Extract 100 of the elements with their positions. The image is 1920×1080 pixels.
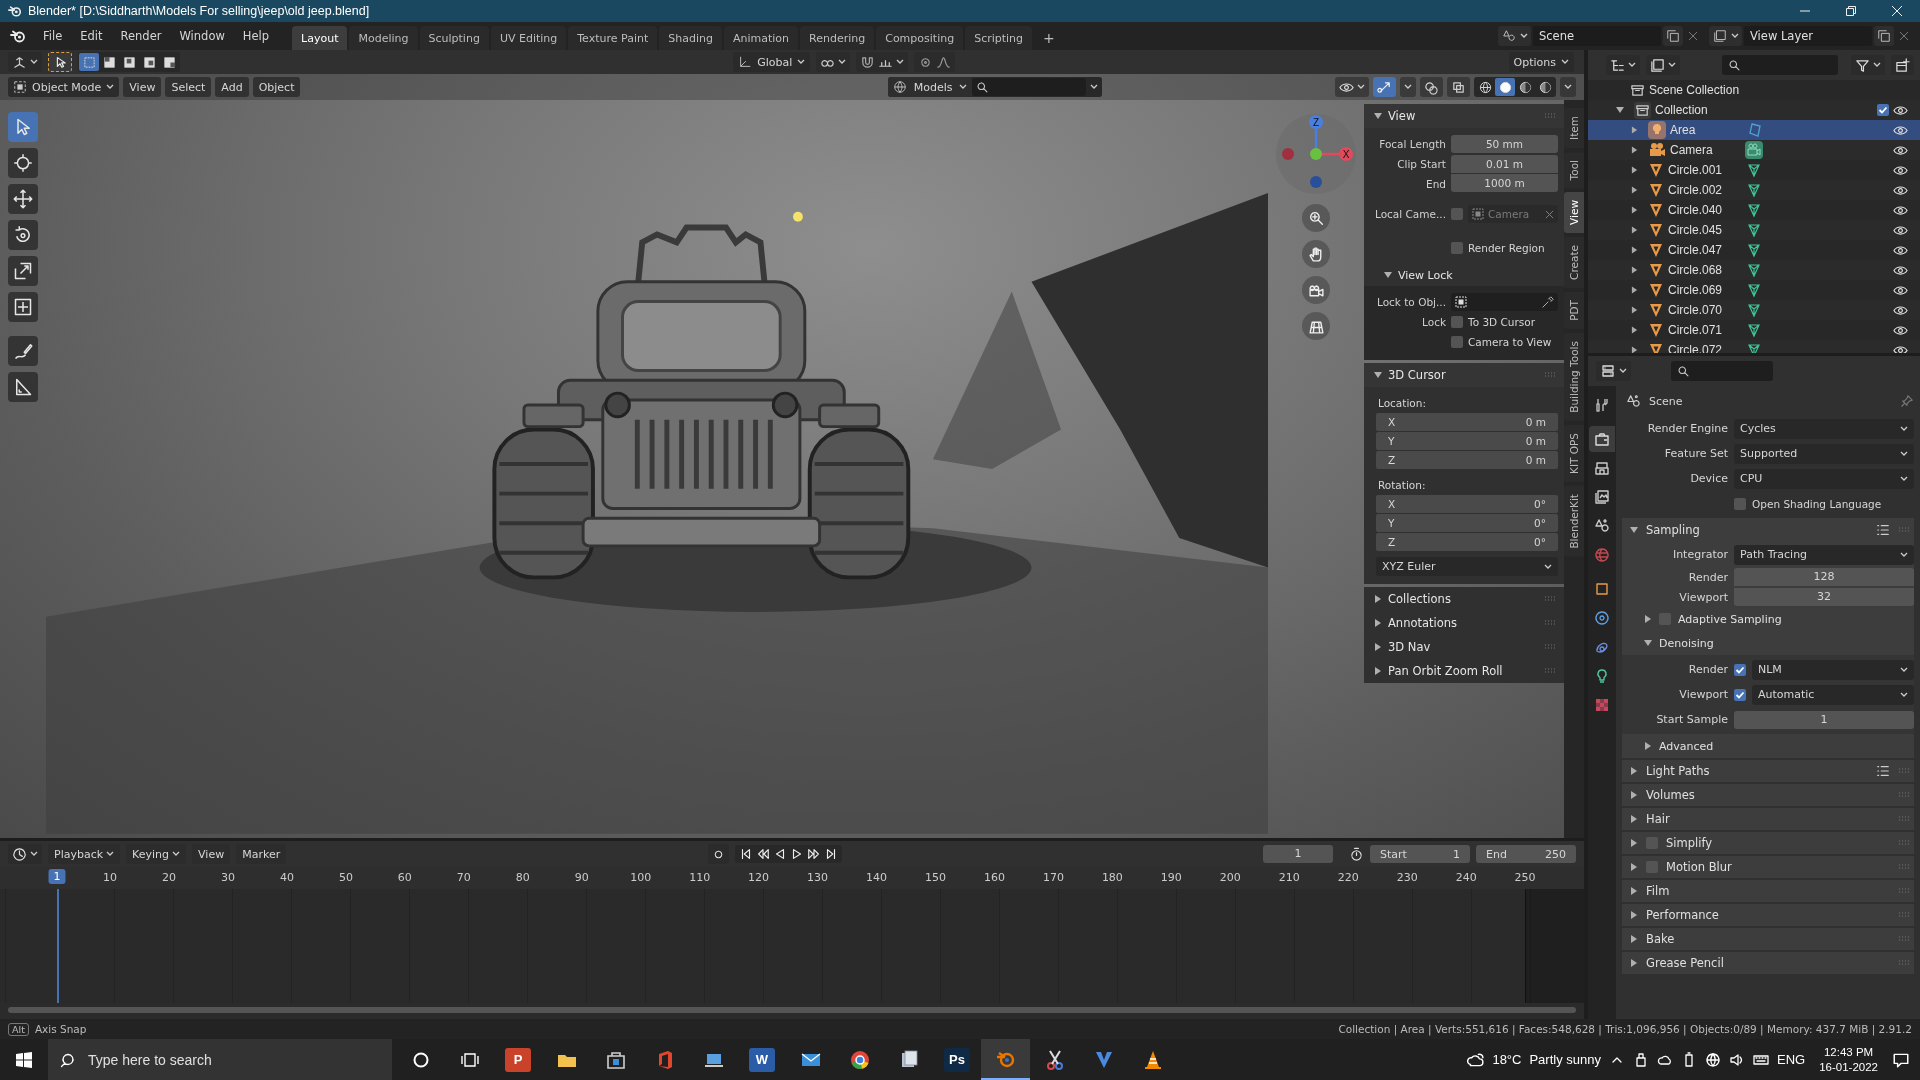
expand-arrow-icon[interactable] [1631, 186, 1638, 194]
checkbox[interactable] [1734, 497, 1746, 510]
number-field[interactable]: 128 [1734, 568, 1914, 586]
powerpoint-app-button[interactable]: P [505, 1047, 531, 1072]
tree-item[interactable]: Circle.071 [1668, 323, 1738, 337]
drag-handle-icon[interactable] [1898, 816, 1910, 822]
disclosure-triangle-icon[interactable] [1630, 911, 1638, 919]
disclosure-triangle-icon[interactable] [1384, 271, 1392, 279]
menu-item[interactable]: Render [111, 25, 171, 47]
drag-handle-icon[interactable] [1898, 960, 1910, 966]
disclosure-triangle-icon[interactable] [1630, 767, 1638, 775]
checkbox[interactable] [1451, 208, 1463, 220]
photoshop-app-button[interactable]: Ps [944, 1047, 970, 1072]
ruler-icon[interactable] [8, 372, 38, 402]
word-app-button[interactable]: W [749, 1047, 775, 1072]
search-field[interactable] [1671, 361, 1773, 381]
presets-list-icon[interactable] [1876, 523, 1890, 537]
disclosure-triangle-icon[interactable] [1630, 935, 1638, 943]
options-dropdown[interactable]: Options [1508, 52, 1574, 72]
menu-item[interactable]: Keying [126, 844, 187, 864]
tree-item[interactable]: Circle.069 [1668, 283, 1738, 297]
gizmo-toggle-button[interactable] [1373, 77, 1396, 97]
gizmo-menu-button[interactable] [1400, 77, 1416, 97]
scrollbar[interactable] [8, 1007, 1576, 1013]
panel-title[interactable]: Sampling [1646, 523, 1700, 537]
rotate-icon[interactable] [8, 220, 38, 250]
workspace-tab[interactable]: Scripting [965, 26, 1033, 50]
tree-item[interactable]: Circle.001 [1668, 163, 1738, 177]
next-keyframe-icon[interactable] [806, 847, 821, 861]
search-field[interactable] [1722, 55, 1838, 75]
drag-handle-icon[interactable] [1898, 792, 1910, 798]
expand-arrow-icon[interactable] [1631, 146, 1638, 154]
expand-arrow-icon[interactable] [1631, 246, 1638, 254]
sidebar-tab[interactable]: BlenderKit [1564, 485, 1584, 557]
blender-app-icon[interactable] [981, 1039, 1030, 1080]
checkbox[interactable] [1451, 242, 1463, 254]
panel-title[interactable]: Annotations [1388, 616, 1458, 630]
disclosure-triangle-icon[interactable] [1374, 595, 1382, 603]
disclosure-triangle-icon[interactable] [1630, 863, 1638, 871]
sidebar-tab[interactable]: Create [1564, 237, 1584, 289]
sidebar-tab[interactable]: View [1564, 192, 1584, 234]
disclosure-triangle-icon[interactable] [1630, 959, 1638, 967]
drag-handle-icon[interactable] [1898, 912, 1910, 918]
menu-item[interactable]: Object [252, 77, 301, 97]
menu-item[interactable]: Edit [71, 25, 112, 47]
view-layer-selector-button[interactable] [1709, 26, 1742, 46]
pivot-point-button[interactable] [816, 52, 851, 72]
tree-item[interactable]: Circle.047 [1668, 243, 1738, 257]
previous-keyframe-icon[interactable] [755, 847, 770, 861]
snap-button[interactable] [856, 52, 909, 72]
checkbox[interactable] [1877, 104, 1889, 116]
menu-item[interactable]: Help [233, 25, 279, 47]
editor-type-button[interactable] [8, 52, 42, 72]
menu-item[interactable]: View [192, 844, 231, 864]
workspace-tab[interactable]: Texture Paint [568, 26, 658, 50]
panel-title[interactable]: Light Paths [1646, 764, 1710, 778]
expand-arrow-icon[interactable] [1631, 126, 1638, 134]
expand-arrow-icon[interactable] [1631, 226, 1638, 234]
checkbox[interactable] [1734, 688, 1746, 701]
keyframe-record-button[interactable] [707, 844, 729, 864]
tree-item[interactable]: Camera [1670, 143, 1740, 157]
editor-type-button[interactable] [8, 844, 42, 864]
maximize-icon[interactable] [1845, 5, 1857, 17]
crosshair-icon[interactable] [8, 148, 38, 178]
weather-icon[interactable] [1466, 1050, 1485, 1069]
expand-arrow-icon[interactable] [1631, 286, 1638, 294]
drag-handle-icon[interactable] [1544, 644, 1556, 650]
scene-selector-button[interactable] [1498, 26, 1531, 46]
tree-item[interactable]: Circle.002 [1668, 183, 1738, 197]
dropdown[interactable]: Automatic [1752, 684, 1914, 705]
clock[interactable]: 12:43 PM 16-01-2022 [1819, 1044, 1878, 1075]
workspace-tab[interactable]: Compositing [876, 26, 964, 50]
proportional-editing-button[interactable] [914, 52, 956, 72]
outliner-row[interactable]: Circle.071 [1588, 320, 1920, 340]
menu-item[interactable]: View [123, 77, 162, 97]
menu-item[interactable]: Add [215, 77, 249, 97]
subpanel-title[interactable]: Denoising [1659, 636, 1714, 650]
sidebar-tab[interactable]: Tool [1564, 151, 1584, 189]
disclosure-triangle-icon[interactable] [1616, 106, 1624, 114]
drag-handle-icon[interactable] [1898, 840, 1910, 846]
panel-title[interactable]: Film [1646, 884, 1670, 898]
number-field[interactable]: X 0° [1376, 495, 1558, 513]
dropdown[interactable]: Cycles [1734, 418, 1914, 439]
filter-button[interactable] [1851, 55, 1885, 75]
end-frame-field[interactable]: End 250 [1476, 845, 1576, 863]
number-field[interactable]: 0.01 m [1451, 155, 1558, 173]
tree-item[interactable]: Circle.045 [1668, 223, 1738, 237]
drag-handle-icon[interactable] [1544, 620, 1556, 626]
disclosure-triangle-icon[interactable] [1630, 791, 1638, 799]
view-layer-name-field[interactable]: View Layer [1744, 26, 1872, 46]
number-field[interactable]: Z 0° [1376, 533, 1558, 551]
workspace-tab[interactable]: Rendering [800, 26, 875, 50]
usb-drive-icon[interactable] [1633, 1051, 1649, 1068]
hand-icon[interactable] [1302, 240, 1330, 268]
panel-title[interactable]: 3D Cursor [1388, 368, 1446, 382]
panel-title[interactable]: View [1388, 109, 1416, 123]
expand-arrow-icon[interactable] [1631, 346, 1638, 353]
display-mode-button[interactable] [1606, 55, 1640, 75]
drag-handle-icon[interactable] [1544, 372, 1556, 378]
panel-title[interactable]: Bake [1646, 932, 1675, 946]
